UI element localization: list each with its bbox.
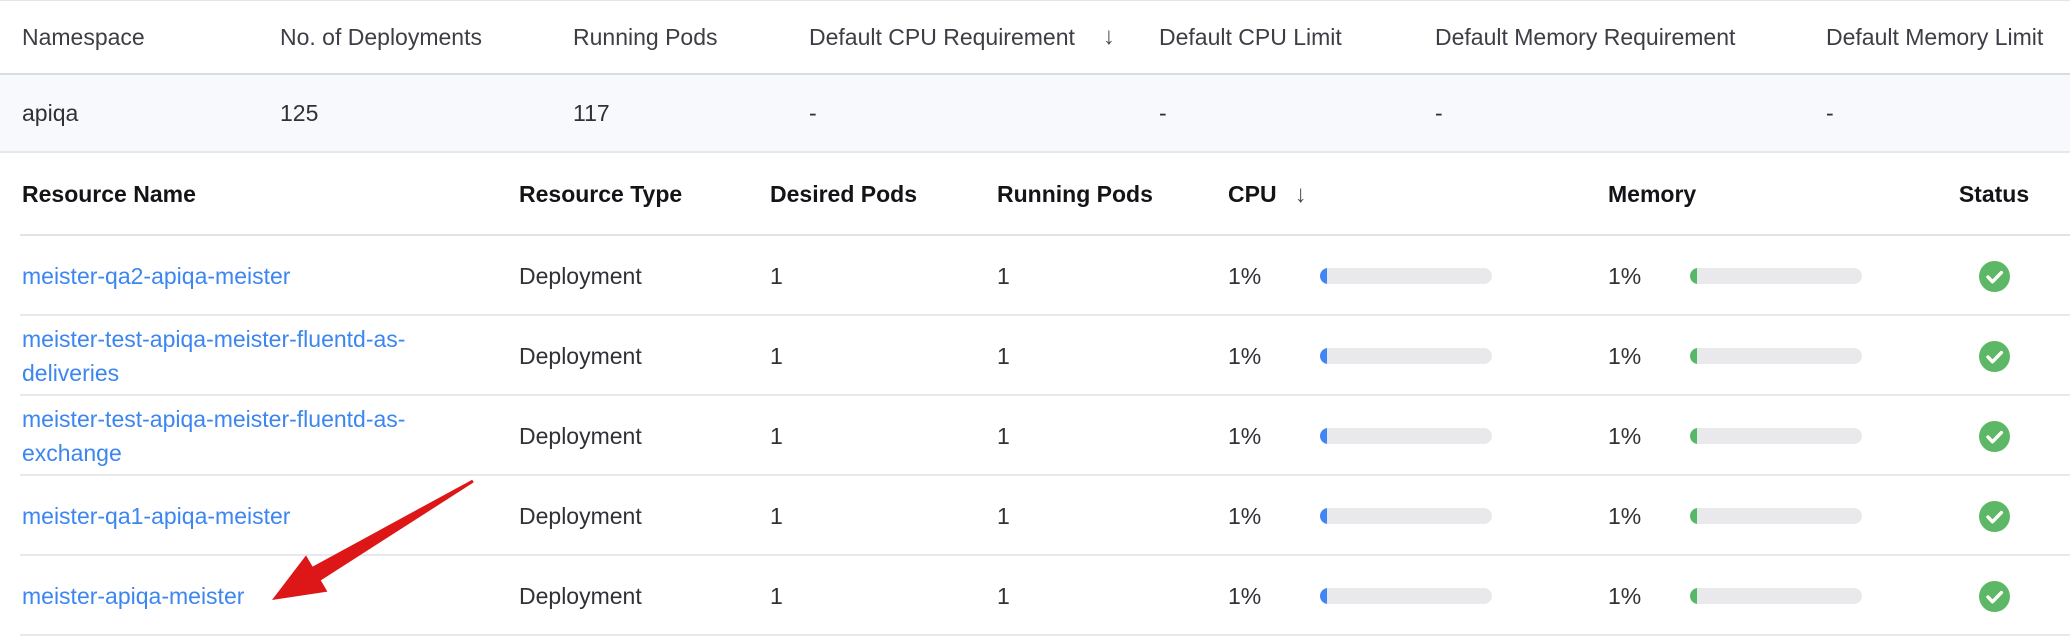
memory-percent: 1% — [1608, 503, 1690, 530]
sort-descending-icon[interactable] — [1295, 183, 1307, 207]
cpu-percent: 1% — [1228, 343, 1320, 370]
resource-link[interactable]: meister-qa2-apiqa-meister — [22, 259, 290, 293]
cpu-usage-bar — [1320, 428, 1492, 444]
cpu-usage-bar — [1320, 348, 1492, 364]
status-healthy-icon — [1979, 421, 2010, 452]
col-header-resource-name[interactable]: Resource Name — [22, 181, 519, 208]
resource-type: Deployment — [519, 503, 770, 530]
cpu-usage-bar — [1320, 588, 1492, 604]
namespace-name: apiqa — [22, 100, 280, 127]
status-healthy-icon — [1979, 581, 2010, 612]
table-row: meister-test-apiqa-meister-fluentd-as-de… — [0, 316, 2070, 396]
running-pods: 1 — [997, 423, 1228, 450]
resource-type: Deployment — [519, 343, 770, 370]
default-cpu-requirement-value: - — [809, 100, 1159, 127]
resource-table-header-row: Resource Name Resource Type Desired Pods… — [0, 153, 2070, 236]
cpu-percent: 1% — [1228, 423, 1320, 450]
resource-type: Deployment — [519, 263, 770, 290]
cpu-percent: 1% — [1228, 263, 1320, 290]
memory-usage-bar — [1690, 268, 1862, 284]
memory-usage-bar — [1690, 588, 1862, 604]
namespace-summary-table: Namespace No. of Deployments Running Pod… — [0, 1, 2070, 153]
status-healthy-icon — [1979, 341, 2010, 372]
memory-percent: 1% — [1608, 343, 1690, 370]
status-healthy-icon — [1979, 501, 2010, 532]
cpu-usage-bar — [1320, 268, 1492, 284]
col-header-running-pods[interactable]: Running Pods — [573, 24, 809, 51]
memory-usage-bar — [1690, 508, 1862, 524]
cpu-percent: 1% — [1228, 583, 1320, 610]
resource-type: Deployment — [519, 583, 770, 610]
deployments-count: 125 — [280, 100, 573, 127]
running-pods: 1 — [997, 263, 1228, 290]
col-header-default-memory-requirement[interactable]: Default Memory Requirement — [1435, 24, 1826, 51]
resource-link-arrow-target[interactable]: meister-apiqa-meister — [22, 579, 244, 613]
table-row: meister-qa1-apiqa-meister Deployment 1 1… — [0, 476, 2070, 556]
col-header-namespace[interactable]: Namespace — [22, 24, 280, 51]
col-header-default-cpu-requirement[interactable]: Default CPU Requirement — [809, 24, 1159, 51]
desired-pods: 1 — [770, 343, 997, 370]
running-pods: 1 — [997, 583, 1228, 610]
desired-pods: 1 — [770, 503, 997, 530]
desired-pods: 1 — [770, 263, 997, 290]
memory-percent: 1% — [1608, 423, 1690, 450]
col-header-status[interactable]: Status — [1959, 181, 2029, 208]
memory-percent: 1% — [1608, 263, 1690, 290]
resource-table: Resource Name Resource Type Desired Pods… — [0, 153, 2070, 636]
resource-type: Deployment — [519, 423, 770, 450]
running-pods: 1 — [997, 503, 1228, 530]
default-memory-requirement-value: - — [1435, 100, 1826, 127]
table-row: meister-test-apiqa-meister-fluentd-as-ex… — [0, 396, 2070, 476]
memory-usage-bar — [1690, 348, 1862, 364]
cpu-percent: 1% — [1228, 503, 1320, 530]
col-header-default-memory-limit[interactable]: Default Memory Limit — [1826, 24, 2048, 51]
col-header-cpu[interactable]: CPU — [1228, 181, 1320, 208]
running-pods-count: 117 — [573, 100, 809, 127]
col-header-resource-type[interactable]: Resource Type — [519, 181, 770, 208]
running-pods: 1 — [997, 343, 1228, 370]
namespace-row-apiqa[interactable]: apiqa 125 117 - - - - — [0, 75, 2070, 153]
resource-link[interactable]: meister-qa1-apiqa-meister — [22, 499, 290, 533]
col-header-memory[interactable]: Memory — [1608, 181, 1690, 208]
status-healthy-icon — [1979, 261, 2010, 292]
desired-pods: 1 — [770, 583, 997, 610]
sort-descending-icon[interactable] — [1103, 25, 1115, 49]
col-header-running-pods[interactable]: Running Pods — [997, 181, 1228, 208]
default-memory-limit-value: - — [1826, 100, 2048, 127]
cpu-usage-bar — [1320, 508, 1492, 524]
table-row: meister-qa2-apiqa-meister Deployment 1 1… — [0, 236, 2070, 316]
desired-pods: 1 — [770, 423, 997, 450]
default-cpu-limit-value: - — [1159, 100, 1435, 127]
namespace-table-header-row: Namespace No. of Deployments Running Pod… — [0, 1, 2070, 75]
col-header-desired-pods[interactable]: Desired Pods — [770, 181, 997, 208]
memory-usage-bar — [1690, 428, 1862, 444]
col-header-default-cpu-limit[interactable]: Default CPU Limit — [1159, 24, 1435, 51]
namespace-workloads-screen: Namespace No. of Deployments Running Pod… — [0, 0, 2070, 642]
memory-percent: 1% — [1608, 583, 1690, 610]
col-header-deployments[interactable]: No. of Deployments — [280, 24, 573, 51]
table-row: meister-apiqa-meister Deployment 1 1 1% … — [0, 556, 2070, 636]
resource-link[interactable]: meister-test-apiqa-meister-fluentd-as-de… — [22, 322, 437, 390]
resource-link[interactable]: meister-test-apiqa-meister-fluentd-as-ex… — [22, 402, 437, 470]
